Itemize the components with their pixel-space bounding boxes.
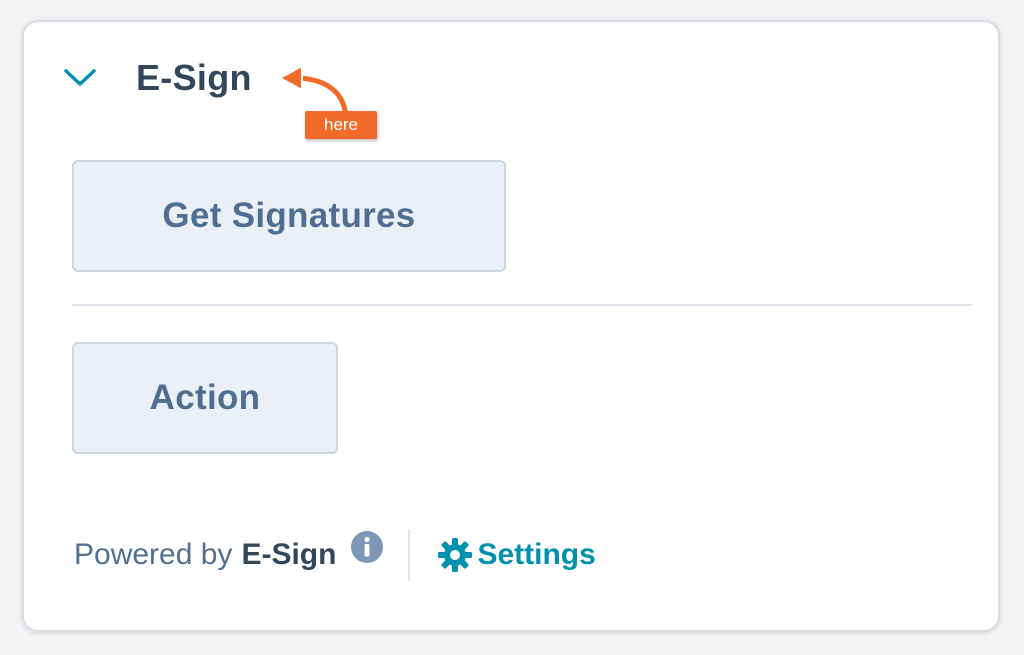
card-header: E-Sign <box>62 57 252 98</box>
brand-name: E-Sign <box>241 538 337 571</box>
panel-title: E-Sign <box>136 57 252 98</box>
settings-label: Settings <box>477 538 596 571</box>
info-icon[interactable] <box>350 530 384 564</box>
section-divider <box>72 304 972 306</box>
chevron-down-icon[interactable] <box>62 66 98 90</box>
card-footer: Powered by E-Sign Settings <box>74 528 596 582</box>
gear-icon <box>438 538 473 572</box>
footer-separator <box>408 529 411 581</box>
settings-link[interactable]: Settings <box>436 536 596 574</box>
annotation-badge: here <box>305 111 377 139</box>
e-sign-card: E-Sign here Get Signatures Action Powere… <box>22 20 1000 632</box>
get-signatures-button[interactable]: Get Signatures <box>72 160 506 272</box>
action-button[interactable]: Action <box>72 342 338 454</box>
powered-by-text: Powered by <box>74 538 233 571</box>
